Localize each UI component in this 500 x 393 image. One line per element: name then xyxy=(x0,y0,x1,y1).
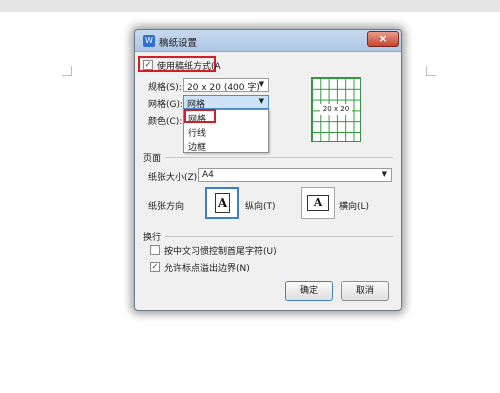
document-top-bar xyxy=(0,0,500,12)
punctuation-overflow-label: 允许标点溢出边界(N) xyxy=(164,264,250,274)
paper-size-label: 纸张大小(Z): xyxy=(148,173,201,183)
app-icon: W xyxy=(143,35,155,47)
chevron-down-icon: ▼ xyxy=(381,170,387,178)
spec-select[interactable]: 20 x 20 (400 字) ▼ xyxy=(183,78,269,93)
wrap-section-divider xyxy=(165,236,393,237)
orientation-label: 纸张方向 xyxy=(148,202,185,212)
paper-size-value: A4 xyxy=(202,170,214,180)
dialog-title: 稿纸设置 xyxy=(159,38,198,49)
page-corner-mark-right xyxy=(426,66,436,76)
preview-size-label: 20 x 20 xyxy=(320,104,352,115)
grid-option-highlight xyxy=(184,109,216,123)
spec-value: 20 x 20 (400 字) xyxy=(187,83,260,93)
page-section-divider xyxy=(165,157,393,158)
chinese-rule-label: 按中文习惯控制首尾字符(U) xyxy=(164,247,277,257)
chevron-down-icon: ▼ xyxy=(258,97,264,105)
wrap-section-title: 换行 xyxy=(143,233,162,243)
use-format-checkbox[interactable]: ✓ xyxy=(143,60,153,70)
manuscript-grid-preview: 20 x 20 xyxy=(311,77,361,142)
use-format-label: 使用稿纸方式(A xyxy=(157,62,221,72)
close-button[interactable]: × xyxy=(367,31,399,47)
grid-option-lines[interactable]: 行线 xyxy=(188,126,206,139)
page-section-title: 页面 xyxy=(143,154,162,164)
dialog-titlebar[interactable]: W 稿纸设置 × xyxy=(135,30,401,52)
landscape-label[interactable]: 横向(L) xyxy=(339,199,369,212)
ok-button[interactable]: 确定 xyxy=(285,281,333,301)
grid-option-border[interactable]: 边框 xyxy=(188,140,206,153)
landscape-option[interactable]: A xyxy=(301,187,335,219)
grid-select[interactable]: 网格 ▼ xyxy=(183,95,269,110)
punctuation-overflow-checkbox[interactable]: ✓ xyxy=(150,262,160,272)
grid-label: 网格(G): xyxy=(148,100,184,110)
portrait-label[interactable]: 纵向(T) xyxy=(245,199,276,212)
spec-label: 规格(S): xyxy=(148,83,182,93)
color-label: 颜色(C): xyxy=(148,117,183,127)
landscape-page-icon: A xyxy=(307,195,329,211)
chevron-down-icon: ▼ xyxy=(258,80,264,88)
chinese-rule-checkbox[interactable] xyxy=(150,245,160,255)
page-corner-mark-left xyxy=(62,66,72,76)
paper-size-select[interactable]: A4 ▼ xyxy=(198,168,392,182)
portrait-option[interactable]: A xyxy=(205,187,239,219)
portrait-page-icon: A xyxy=(215,193,230,213)
manuscript-settings-dialog: W 稿纸设置 × ✓ 使用稿纸方式(A 规格(S): 20 x 20 (400 … xyxy=(134,29,402,311)
cancel-button[interactable]: 取消 xyxy=(341,281,389,301)
